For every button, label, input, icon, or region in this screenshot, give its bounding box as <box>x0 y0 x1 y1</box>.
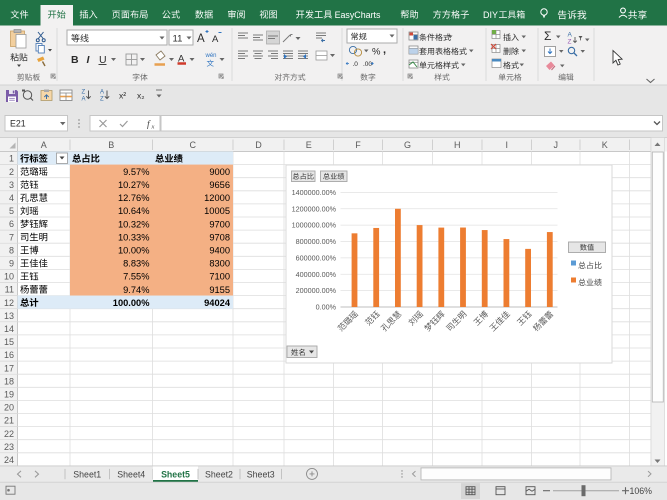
svg-text:10.27%: 10.27% <box>118 180 150 190</box>
svg-text:15: 15 <box>4 337 14 347</box>
svg-text:F: F <box>355 140 361 150</box>
svg-text:wén: wén <box>205 53 217 59</box>
svg-text:12.76%: 12.76% <box>118 193 150 203</box>
svg-text:9: 9 <box>9 259 14 269</box>
svg-text:13: 13 <box>4 311 14 321</box>
svg-text:9155: 9155 <box>209 285 230 295</box>
svg-text:I: I <box>505 140 508 150</box>
svg-text:400000.00%: 400000.00% <box>296 270 337 279</box>
svg-text:A: A <box>197 33 205 45</box>
svg-text:9708: 9708 <box>209 232 230 242</box>
svg-text:Sheet4: Sheet4 <box>117 469 145 479</box>
svg-text:Sheet1: Sheet1 <box>73 469 101 479</box>
svg-text:Z: Z <box>100 97 104 103</box>
svg-text:22: 22 <box>4 429 14 439</box>
svg-text:10.32%: 10.32% <box>118 219 150 229</box>
svg-text:.0: .0 <box>353 61 359 68</box>
svg-text:800000.00%: 800000.00% <box>296 237 337 246</box>
svg-text:18: 18 <box>4 376 14 386</box>
svg-text:1000000.00%: 1000000.00% <box>292 221 337 230</box>
svg-text:A: A <box>82 97 86 103</box>
svg-text:x²: x² <box>119 91 126 101</box>
svg-text:B: B <box>71 54 79 66</box>
svg-text:2: 2 <box>9 167 14 177</box>
svg-text:1200000.00%: 1200000.00% <box>292 204 337 213</box>
svg-text:x: x <box>151 124 155 131</box>
svg-text:600000.00%: 600000.00% <box>296 253 337 262</box>
svg-text:D: D <box>255 140 262 150</box>
svg-text:C: C <box>190 140 197 150</box>
svg-text:12: 12 <box>4 298 14 308</box>
svg-text:A: A <box>41 140 47 150</box>
svg-text:200000.00%: 200000.00% <box>296 286 337 295</box>
svg-text:DIY: DIY <box>483 10 498 20</box>
svg-text:4: 4 <box>9 193 14 203</box>
svg-text:9.74%: 9.74% <box>123 285 149 295</box>
svg-text:10.64%: 10.64% <box>118 206 150 216</box>
svg-text:B: B <box>108 140 114 150</box>
svg-text:Sheet3: Sheet3 <box>247 469 275 479</box>
svg-text:E21: E21 <box>10 119 26 129</box>
svg-text:9.57%: 9.57% <box>123 167 149 177</box>
svg-text:,: , <box>383 44 386 56</box>
svg-text:8300: 8300 <box>209 259 230 269</box>
svg-text:Σ: Σ <box>544 29 551 43</box>
svg-text:7100: 7100 <box>209 272 230 282</box>
svg-text:20: 20 <box>4 403 14 413</box>
svg-text:.00: .00 <box>363 61 372 68</box>
svg-text:EasyCharts: EasyCharts <box>335 10 381 20</box>
svg-text:A: A <box>100 90 104 96</box>
svg-text:24: 24 <box>4 455 14 465</box>
svg-text:%: % <box>372 47 381 58</box>
svg-text:7.55%: 7.55% <box>123 272 149 282</box>
svg-text:8: 8 <box>9 245 14 255</box>
svg-text:10005: 10005 <box>204 206 230 216</box>
svg-text:106%: 106% <box>630 486 653 496</box>
svg-text:G: G <box>404 140 411 150</box>
svg-text:8.83%: 8.83% <box>123 259 149 269</box>
svg-text:Z: Z <box>568 39 572 46</box>
svg-text:9400: 9400 <box>209 246 230 256</box>
svg-text:0.00%: 0.00% <box>316 303 337 312</box>
svg-text:Sheet2: Sheet2 <box>205 469 233 479</box>
svg-text:A: A <box>568 32 573 39</box>
svg-text:Z: Z <box>82 90 86 96</box>
svg-text:J: J <box>554 140 559 150</box>
svg-text:10.00%: 10.00% <box>118 246 150 256</box>
svg-text:1: 1 <box>9 154 14 164</box>
svg-text:9000: 9000 <box>209 167 230 177</box>
svg-text:14: 14 <box>4 324 14 334</box>
svg-text:11: 11 <box>5 285 14 295</box>
svg-text:Sheet5: Sheet5 <box>161 469 190 479</box>
svg-text:x₂: x₂ <box>137 91 145 101</box>
svg-text:94024: 94024 <box>204 298 231 308</box>
svg-text:3: 3 <box>9 180 14 190</box>
svg-text:16: 16 <box>4 350 14 360</box>
svg-text:H: H <box>454 140 461 150</box>
svg-text:10: 10 <box>4 272 14 282</box>
svg-text:A: A <box>212 34 219 45</box>
svg-text:7: 7 <box>9 232 14 242</box>
svg-text:11: 11 <box>173 34 183 45</box>
svg-text:21: 21 <box>4 416 14 426</box>
svg-text:17: 17 <box>4 363 14 373</box>
svg-text:1400000.00%: 1400000.00% <box>292 188 337 197</box>
svg-text:19: 19 <box>4 390 14 400</box>
svg-text:9700: 9700 <box>209 219 230 229</box>
svg-text:100.00%: 100.00% <box>113 298 150 308</box>
svg-text:5: 5 <box>9 206 14 216</box>
svg-text:23: 23 <box>4 442 14 452</box>
svg-text:6: 6 <box>9 219 14 229</box>
svg-text:10.33%: 10.33% <box>118 232 150 242</box>
svg-text:12000: 12000 <box>204 193 230 203</box>
svg-text:9656: 9656 <box>209 180 230 190</box>
svg-text:E: E <box>306 140 312 150</box>
svg-text:K: K <box>602 140 608 150</box>
